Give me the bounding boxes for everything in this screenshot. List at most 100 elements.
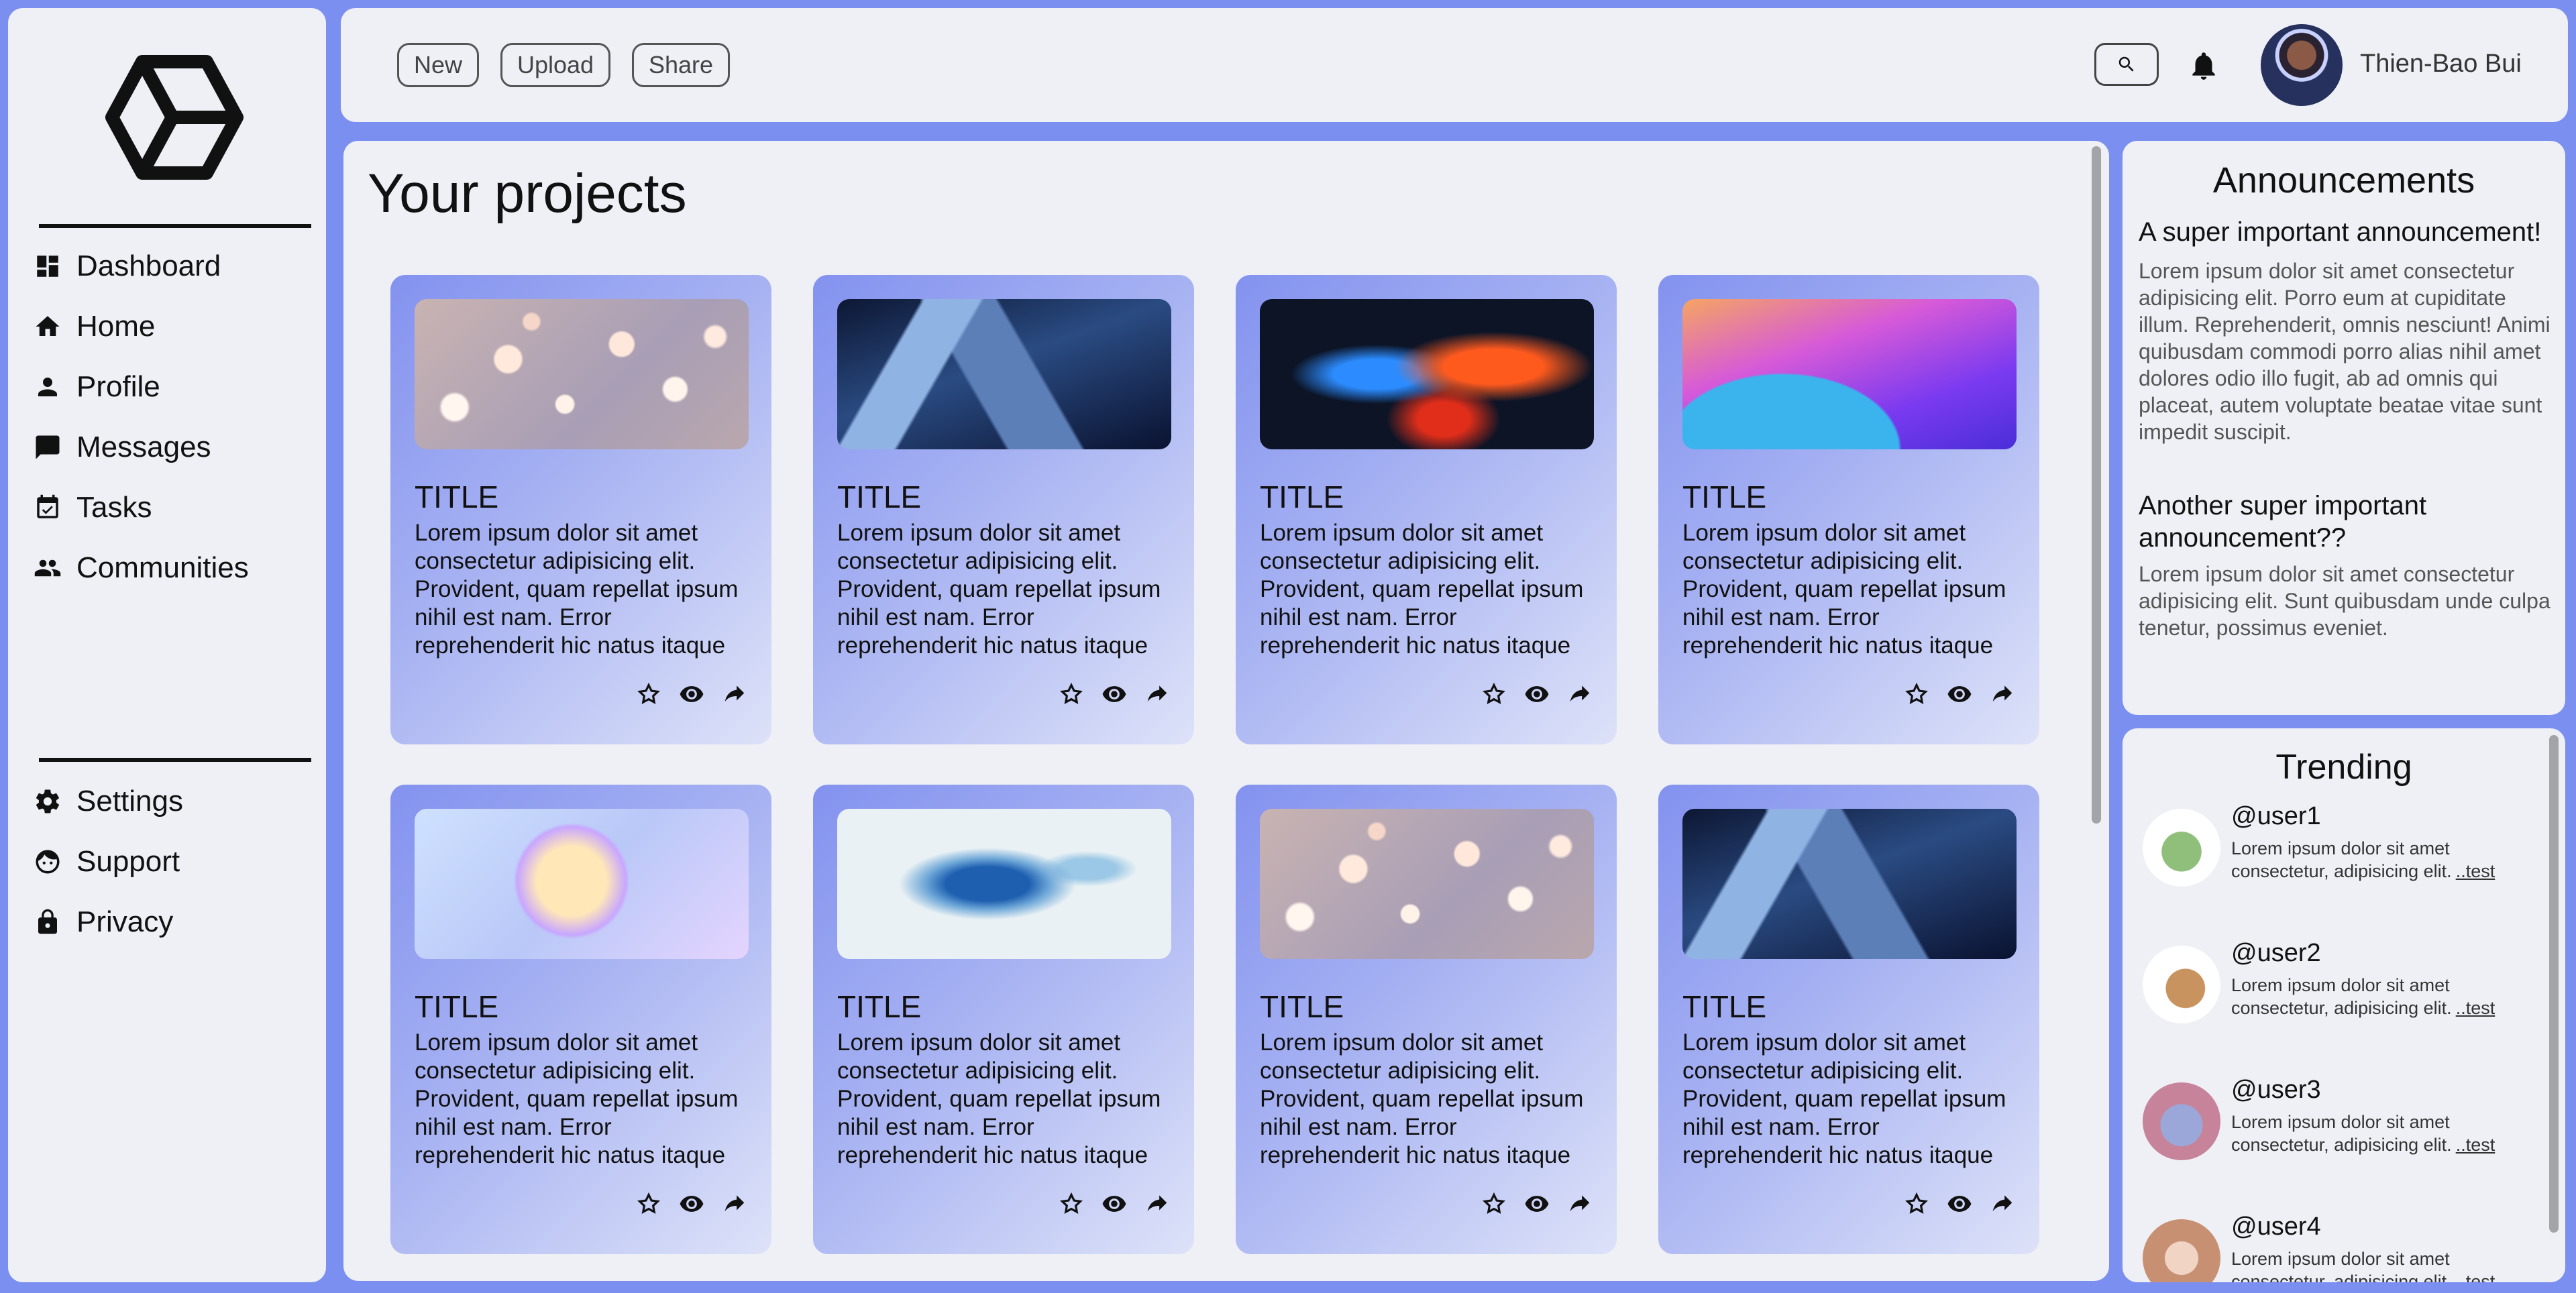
sidebar-item-home[interactable]: Home bbox=[34, 296, 249, 357]
trending-link[interactable]: ..test bbox=[2456, 1272, 2496, 1282]
sidebar-item-settings[interactable]: Settings bbox=[34, 771, 183, 832]
username[interactable]: Thien-Bao Bui bbox=[2360, 50, 2522, 78]
search-button[interactable] bbox=[2094, 43, 2159, 86]
share-button[interactable]: Share bbox=[632, 43, 731, 87]
main-scrollbar[interactable] bbox=[2092, 146, 2101, 824]
project-title: TITLE bbox=[1260, 480, 1344, 514]
project-card[interactable]: TITLE Lorem ipsum dolor sit amet consecte… bbox=[1236, 275, 1617, 744]
star-icon[interactable] bbox=[636, 681, 661, 707]
star-icon[interactable] bbox=[1059, 681, 1084, 707]
trending-text: Lorem ipsum dolor sit amet consectetur, … bbox=[2231, 1111, 2540, 1156]
sidebar-item-support[interactable]: Support bbox=[34, 832, 183, 892]
project-title: TITLE bbox=[1682, 480, 1767, 514]
card-actions bbox=[1904, 681, 2015, 707]
sidebar-item-label: Communities bbox=[76, 551, 249, 584]
cube-logo-icon[interactable] bbox=[105, 54, 244, 181]
announcement-heading: Another super important announcement?? bbox=[2139, 491, 2427, 553]
eye-icon[interactable] bbox=[679, 1191, 704, 1217]
trending-handle: @user1 bbox=[2231, 802, 2321, 830]
card-actions bbox=[1481, 681, 1593, 707]
card-actions bbox=[1059, 1191, 1170, 1217]
eye-icon[interactable] bbox=[1524, 1191, 1550, 1217]
user-avatar[interactable] bbox=[2261, 24, 2343, 106]
share-arrow-icon[interactable] bbox=[722, 681, 747, 707]
share-arrow-icon[interactable] bbox=[722, 1191, 747, 1217]
share-arrow-icon[interactable] bbox=[1144, 681, 1170, 707]
project-card[interactable]: TITLE Lorem ipsum dolor sit amet consecte… bbox=[1236, 785, 1617, 1254]
project-card[interactable]: TITLE Lorem ipsum dolor sit amet consecte… bbox=[390, 785, 771, 1254]
trending-item[interactable]: @user3 Lorem ipsum dolor sit amet consec… bbox=[2143, 1076, 2545, 1217]
project-description: Lorem ipsum dolor sit amet consectetur a… bbox=[1260, 1029, 1584, 1168]
trending-item[interactable]: @user4 Lorem ipsum dolor sit amet consec… bbox=[2143, 1213, 2545, 1282]
sidebar-item-tasks[interactable]: Tasks bbox=[34, 477, 249, 538]
trending-snippet: Lorem ipsum dolor sit amet consectetur, … bbox=[2231, 975, 2452, 1018]
project-card[interactable]: TITLE Lorem ipsum dolor sit amet consecte… bbox=[1658, 785, 2039, 1254]
trending-link[interactable]: ..test bbox=[2456, 1135, 2496, 1155]
announcements-panel: Announcements A super important announce… bbox=[2123, 141, 2565, 715]
star-icon[interactable] bbox=[636, 1191, 661, 1217]
project-description: Lorem ipsum dolor sit amet consectetur a… bbox=[837, 1029, 1161, 1168]
project-description: Lorem ipsum dolor sit amet consectetur a… bbox=[1682, 520, 2006, 659]
eye-icon[interactable] bbox=[679, 681, 704, 707]
sidebar-item-communities[interactable]: Communities bbox=[34, 538, 249, 598]
trending-text: Lorem ipsum dolor sit amet consectetur, … bbox=[2231, 837, 2540, 883]
project-card[interactable]: TITLE Lorem ipsum dolor sit amet consecte… bbox=[390, 275, 771, 744]
star-icon[interactable] bbox=[1059, 1191, 1084, 1217]
project-description: Lorem ipsum dolor sit amet consectetur a… bbox=[415, 520, 739, 659]
sidebar-item-privacy[interactable]: Privacy bbox=[34, 892, 183, 952]
project-card[interactable]: TITLE Lorem ipsum dolor sit amet consecte… bbox=[1658, 275, 2039, 744]
eye-icon[interactable] bbox=[1947, 681, 1972, 707]
eye-icon[interactable] bbox=[1102, 1191, 1127, 1217]
character-avatar bbox=[2143, 1082, 2220, 1160]
eye-icon[interactable] bbox=[1524, 681, 1550, 707]
sidebar-item-dashboard[interactable]: Dashboard bbox=[34, 236, 249, 296]
card-actions bbox=[636, 1191, 747, 1217]
project-description: Lorem ipsum dolor sit amet consectetur a… bbox=[1682, 1029, 2006, 1168]
trending-panel: Trending @user1 Lorem ipsum dolor sit am… bbox=[2123, 728, 2565, 1282]
project-card[interactable]: TITLE Lorem ipsum dolor sit amet consecte… bbox=[813, 785, 1194, 1254]
sidebar-item-label: Settings bbox=[76, 785, 183, 818]
trending-item[interactable]: @user2 Lorem ipsum dolor sit amet consec… bbox=[2143, 939, 2545, 1080]
project-description: Lorem ipsum dolor sit amet consectetur a… bbox=[1260, 520, 1584, 659]
share-arrow-icon[interactable] bbox=[1567, 1191, 1593, 1217]
share-arrow-icon[interactable] bbox=[1990, 681, 2015, 707]
new-button[interactable]: New bbox=[397, 43, 480, 87]
group-icon bbox=[34, 559, 61, 577]
primary-nav: Dashboard Home Profile Messages Tasks Co… bbox=[34, 236, 249, 598]
project-thumbnail bbox=[837, 809, 1171, 959]
sidebar-divider-top bbox=[39, 224, 311, 228]
project-card[interactable]: TITLE Lorem ipsum dolor sit amet consecte… bbox=[813, 275, 1194, 744]
card-actions bbox=[1481, 1191, 1593, 1217]
sidebar-item-label: Dashboard bbox=[76, 249, 221, 282]
project-thumbnail bbox=[415, 299, 749, 449]
sidebar-item-label: Privacy bbox=[76, 905, 174, 938]
eye-icon[interactable] bbox=[1102, 681, 1127, 707]
sidebar-item-messages[interactable]: Messages bbox=[34, 417, 249, 477]
sidebar-divider-bottom bbox=[39, 758, 311, 762]
trending-snippet: Lorem ipsum dolor sit amet consectetur, … bbox=[2231, 838, 2452, 881]
dashboard-icon bbox=[37, 256, 58, 277]
star-icon[interactable] bbox=[1481, 681, 1507, 707]
trending-handle: @user2 bbox=[2231, 939, 2321, 967]
lock-icon bbox=[38, 909, 57, 934]
trending-scrollbar[interactable] bbox=[2549, 735, 2559, 1233]
bell-icon[interactable] bbox=[2187, 48, 2220, 83]
trending-item[interactable]: @user1 Lorem ipsum dolor sit amet consec… bbox=[2143, 802, 2545, 943]
share-arrow-icon[interactable] bbox=[1144, 1191, 1170, 1217]
sidebar-item-label: Messages bbox=[76, 431, 211, 463]
trending-handle: @user4 bbox=[2231, 1213, 2321, 1241]
share-arrow-icon[interactable] bbox=[1567, 681, 1593, 707]
eye-icon[interactable] bbox=[1947, 1191, 1972, 1217]
announcement-body: Lorem ipsum dolor sit amet consectetur a… bbox=[2139, 259, 2551, 444]
star-icon[interactable] bbox=[1481, 1191, 1507, 1217]
top-bar: New Upload Share Thien-Bao Bui bbox=[341, 8, 2568, 122]
star-icon[interactable] bbox=[1904, 681, 1929, 707]
upload-button[interactable]: Upload bbox=[500, 43, 611, 87]
share-arrow-icon[interactable] bbox=[1990, 1191, 2015, 1217]
trending-link[interactable]: ..test bbox=[2456, 861, 2496, 881]
trending-handle: @user3 bbox=[2231, 1076, 2321, 1104]
sidebar-item-profile[interactable]: Profile bbox=[34, 357, 249, 417]
trending-link[interactable]: ..test bbox=[2456, 998, 2496, 1018]
gear-icon bbox=[36, 789, 60, 813]
star-icon[interactable] bbox=[1904, 1191, 1929, 1217]
